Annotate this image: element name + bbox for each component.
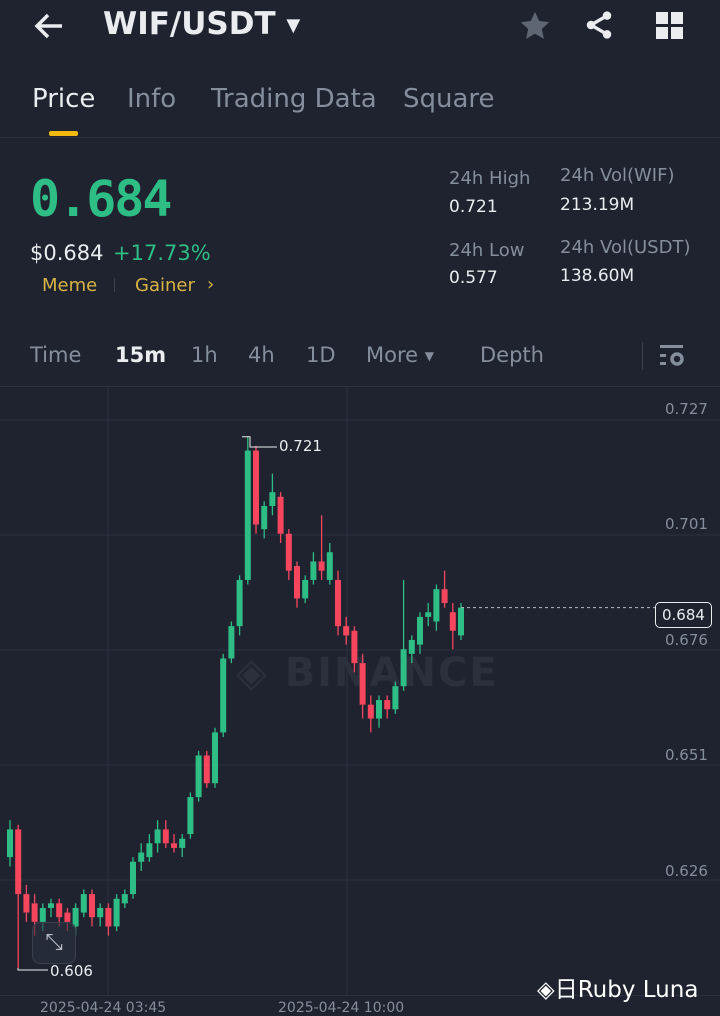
candle-body [228,626,235,659]
candle-body [162,829,169,844]
candle-body [269,492,276,507]
candlestick-chart[interactable] [0,0,720,1010]
x-tick: 2025-04-24 10:00 [278,1000,405,1016]
candle-body [392,686,399,710]
candle-body [326,552,333,580]
high-marker: 0.721 [279,437,322,455]
footer-credit: ◈日Ruby Luna [537,970,698,1004]
candle-body [7,829,13,858]
candle-body [449,612,456,631]
candle-body [351,630,358,664]
candle-body [39,907,46,922]
y-tick: 0.676 [665,631,708,649]
candle-body [138,852,145,862]
candle-body [113,898,120,927]
candle-body [212,732,218,784]
current-price-label: 0.684 [655,602,712,628]
candle-body [458,607,464,636]
candle-body [244,450,251,580]
candle-body [130,861,136,895]
candle-body [89,894,95,918]
candle-body [433,589,440,622]
candle-body [335,579,341,627]
candle-body [187,797,194,835]
candle-body [425,612,432,617]
binance-logo-icon: ◈日 [537,977,578,1003]
candle-body [105,907,112,927]
y-tick: 0.727 [665,400,708,418]
candle-body [56,903,63,918]
candle-body [285,533,292,571]
candle-body [376,700,382,719]
candle-body [359,663,366,705]
candle-body [220,658,227,733]
low-marker: 0.606 [50,962,93,980]
candle-body [318,561,325,571]
y-tick: 0.651 [665,746,708,764]
candle-body [154,829,161,844]
y-tick: 0.626 [665,862,708,880]
candle-body [294,566,300,599]
candle-body [310,561,317,580]
candle-body [97,907,104,918]
candle-body [367,704,374,719]
candle-body [31,903,38,922]
candle-body [417,616,423,645]
candle-body [253,450,259,525]
candle-body [384,700,391,710]
y-tick: 0.701 [665,515,708,533]
candle-body [408,640,415,654]
candle-body [48,903,54,908]
candle-body [343,626,350,636]
candle-body [277,496,284,534]
candle-body [64,912,71,922]
candle-body [261,506,268,530]
candle-body [203,755,210,784]
candle-body [121,894,128,904]
candle-body [195,755,202,798]
candle-body [80,894,87,913]
candle-body [441,589,448,604]
footer-text: Ruby Luna [577,977,699,1003]
candle-body [146,843,153,858]
candle-body [23,894,30,913]
expand-chart-button[interactable]: ⤡ [32,922,76,964]
low-marker-line [17,968,48,971]
candle-body [236,579,243,627]
candle-body [400,649,407,687]
expand-icon: ⤡ [45,930,63,955]
candle-body [302,579,309,599]
candle-body [179,838,186,848]
x-tick: 2025-04-24 03:45 [40,1000,167,1016]
candle-body [15,829,22,895]
candle-body [171,843,177,848]
